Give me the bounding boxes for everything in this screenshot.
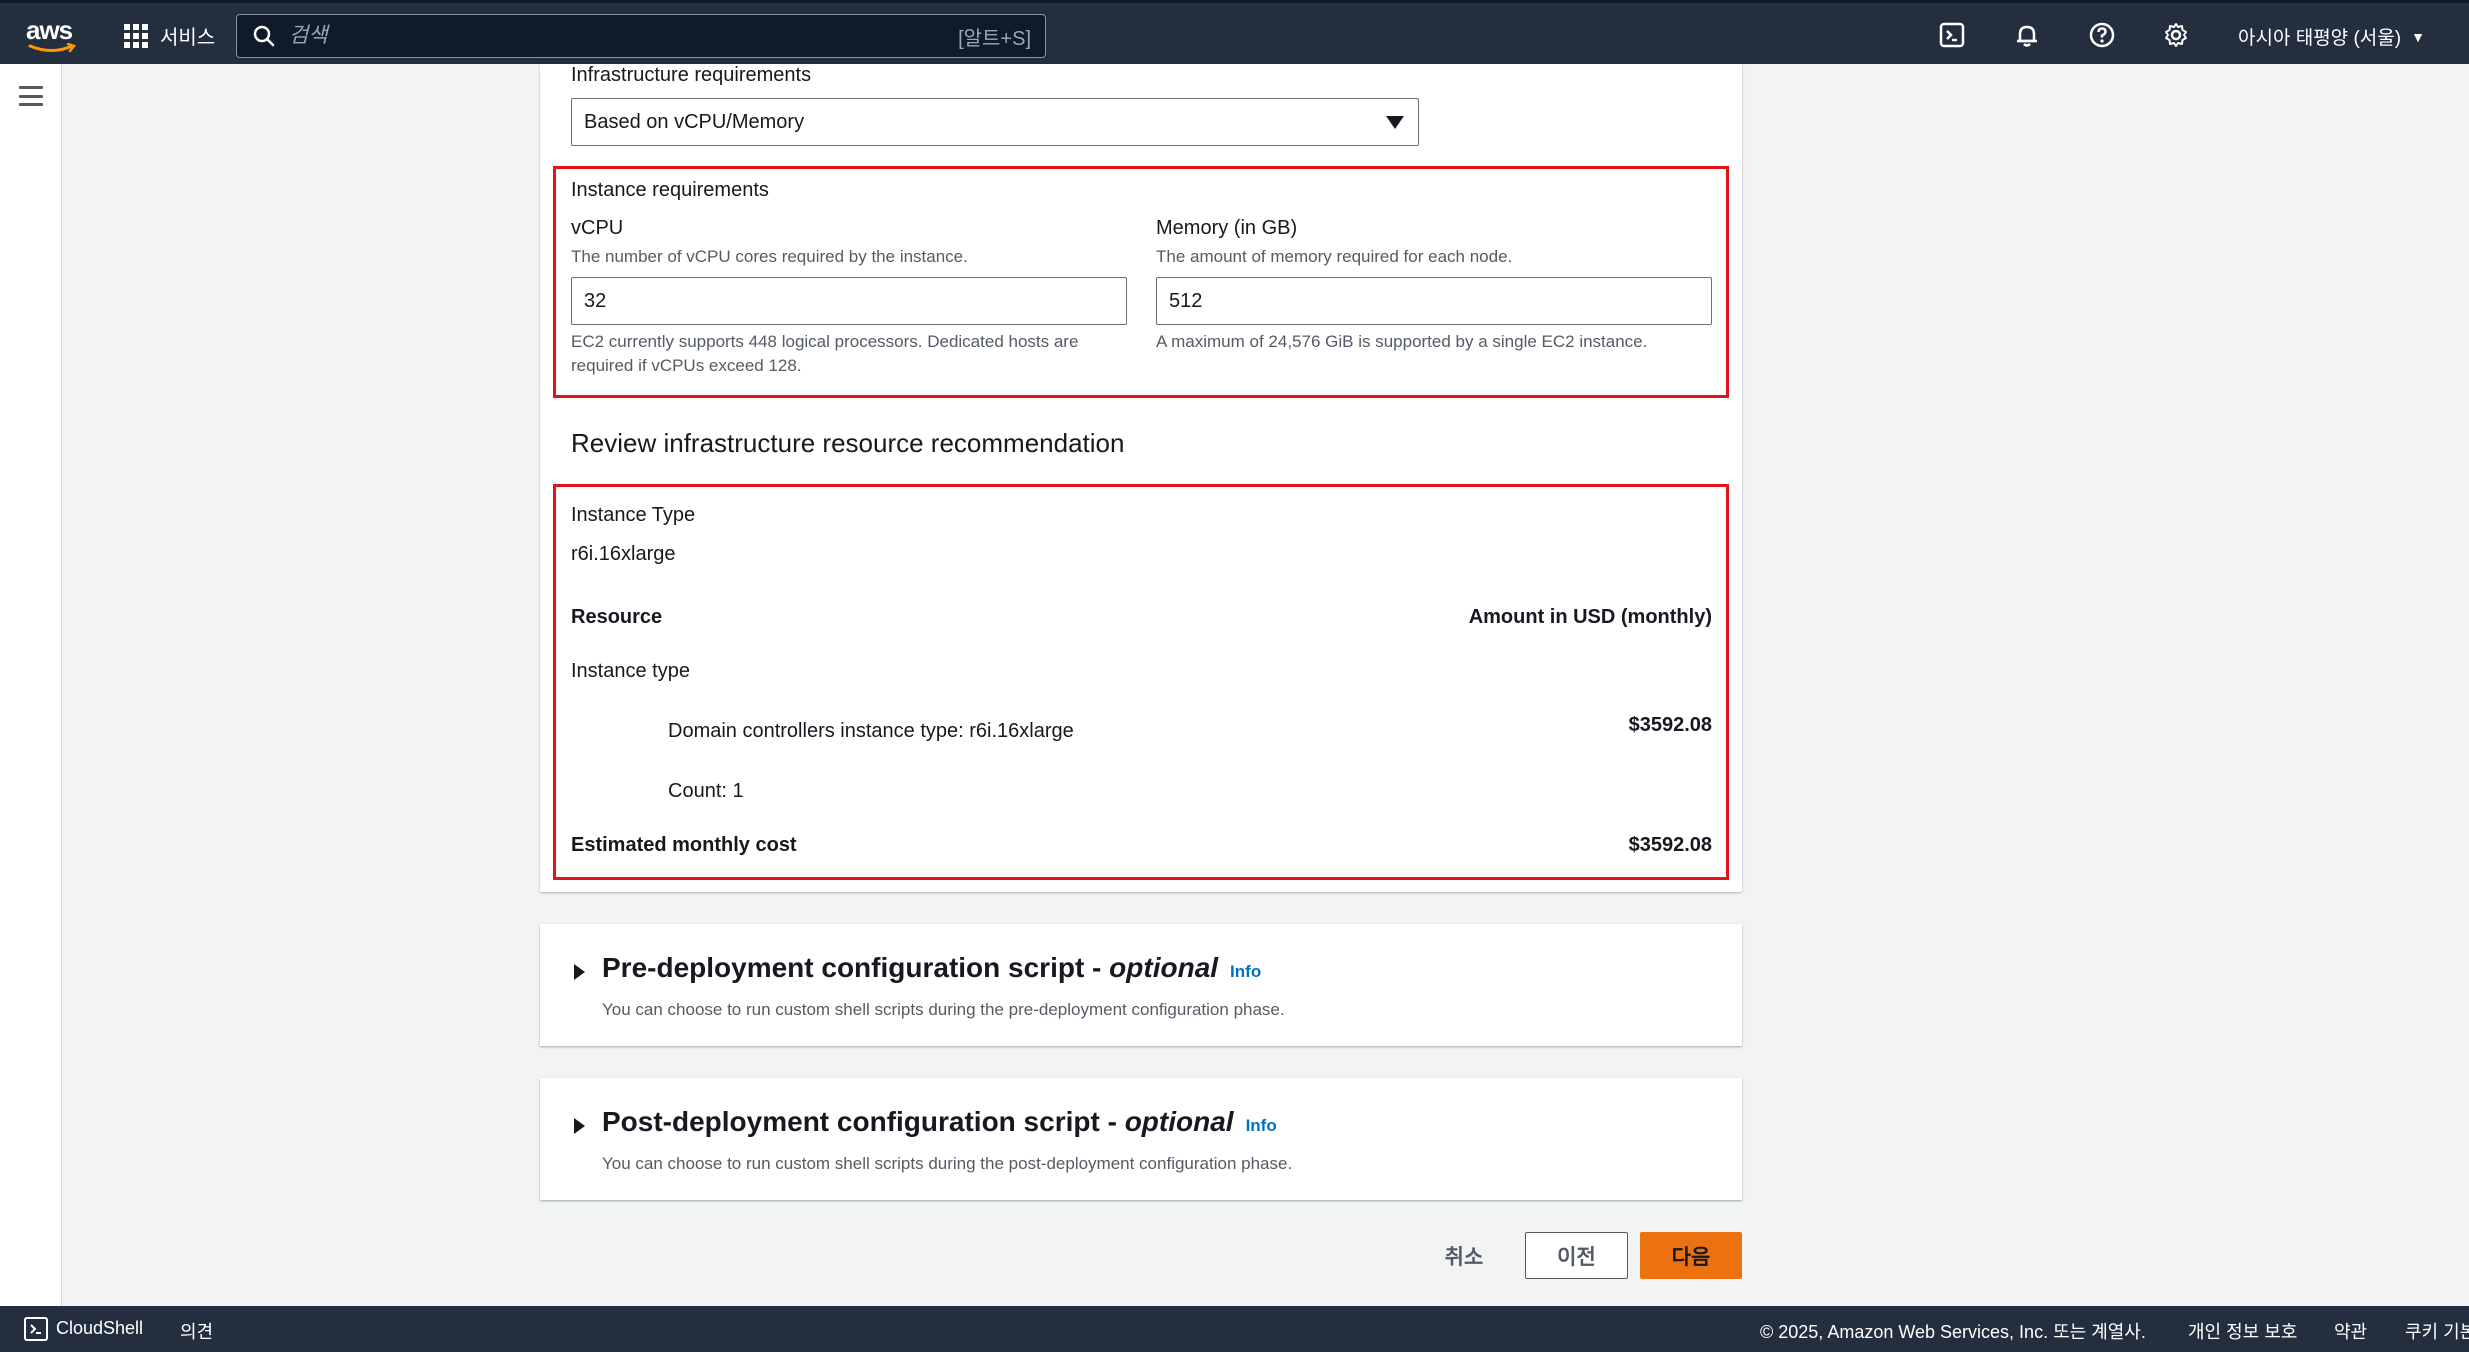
services-menu[interactable]: 서비스 [124,21,215,50]
region-label: 아시아 태평양 (서울) [2238,28,2402,49]
instance-type-value: r6i.16xlarge [571,543,676,565]
copyright-text: © 2025, Amazon Web Services, Inc. 또는 계열사… [1760,1322,2146,1342]
review-highlight [553,484,1729,880]
memory-input[interactable] [1156,277,1712,325]
grid-icon [124,23,148,48]
search-input[interactable] [289,24,959,48]
next-button[interactable]: 다음 [1640,1232,1742,1279]
cookie-preferences-link[interactable]: 쿠키 기본 [2405,1318,2469,1344]
pre-deployment-optional: optional [1109,952,1219,983]
estimated-cost-label: Estimated monthly cost [571,834,797,856]
post-deployment-section[interactable]: Post-deployment configuration script - o… [540,1078,1742,1200]
search-shortcut: [알트+S] [958,27,1031,50]
domain-controller-row-label: Domain controllers instance type: r6i.16… [668,720,1074,742]
cloudshell-link[interactable]: CloudShell [56,1318,143,1339]
services-label: 서비스 [160,27,216,49]
terms-link[interactable]: 약관 [2334,1318,2367,1344]
estimated-cost-amount: $3592.08 [1628,834,1712,856]
search-bar[interactable]: [알트+S] [236,14,1046,58]
aws-logo[interactable]: aws [26,17,76,53]
instance-type-label: Instance Type [571,504,696,526]
amount-column-header: Amount in USD (monthly) [1468,606,1712,628]
cloudshell-icon[interactable] [24,1317,48,1341]
infra-requirements-label: Infrastructure requirements [571,64,812,86]
aws-logo-text: aws [26,15,73,45]
caret-right-icon [574,964,585,980]
memory-description: The amount of memory required for each n… [1156,247,1513,266]
previous-button[interactable]: 이전 [1525,1232,1628,1279]
privacy-link[interactable]: 개인 정보 보호 [2188,1318,2297,1344]
pre-deployment-section[interactable]: Pre-deployment configuration script - op… [540,924,1742,1046]
vcpu-description: The number of vCPU cores required by the… [571,247,968,266]
search-icon [253,25,275,47]
pre-deployment-title: Pre-deployment configuration script - op… [602,952,1262,983]
post-deployment-description: You can choose to run custom shell scrip… [602,1154,1293,1173]
bottom-bar: CloudShell 의견 © 2025, Amazon Web Service… [0,1306,2469,1352]
domain-controller-row-amount: $3592.08 [1628,714,1712,736]
infra-requirements-select[interactable]: Based on vCPU/Memory [571,98,1419,146]
resource-column-header: Resource [571,606,663,628]
aws-smile-icon [28,43,76,53]
vcpu-hint-line1: EC2 currently supports 448 logical proce… [571,332,1079,351]
instance-type-group-label: Instance type [571,660,690,682]
top-navigation: aws 서비스 [알트+S] 아시아 태평양 (서울) ▼ [0,0,2469,64]
feedback-link[interactable]: 의견 [180,1318,213,1344]
vcpu-input[interactable] [571,277,1127,325]
gear-icon[interactable] [2162,21,2190,49]
region-selector[interactable]: 아시아 태평양 (서울) ▼ [2238,23,2425,50]
post-deployment-title: Post-deployment configuration script - o… [602,1106,1277,1137]
vcpu-hint-line2: required if vCPUs exceed 128. [571,356,802,375]
cancel-button[interactable]: 취소 [1424,1232,1504,1280]
instance-requirements-label: Instance requirements [571,179,769,201]
count-label: Count: 1 [668,780,744,802]
configuration-card: Infrastructure requirements Based on vCP… [540,64,1742,892]
review-heading: Review infrastructure resource recommend… [571,428,1125,458]
menu-icon[interactable] [19,86,43,106]
pre-deployment-description: You can choose to run custom shell scrip… [602,1000,1285,1019]
post-deployment-info-link[interactable]: Info [1246,1116,1277,1135]
memory-label: Memory (in GB) [1156,217,1298,239]
vcpu-label: vCPU [571,217,624,239]
memory-hint: A maximum of 24,576 GiB is supported by … [1156,332,1648,351]
help-icon[interactable] [2088,21,2116,49]
pre-deployment-info-link[interactable]: Info [1230,962,1261,981]
caret-down-icon [1386,116,1404,129]
bell-icon[interactable] [2013,21,2041,49]
caret-down-icon: ▼ [2411,28,2425,45]
infra-requirements-value: Based on vCPU/Memory [584,110,805,133]
cloudshell-icon[interactable] [1938,21,1966,49]
caret-right-icon [574,1118,585,1134]
post-deployment-optional: optional [1124,1106,1234,1137]
side-navigation-rail [0,64,62,1306]
